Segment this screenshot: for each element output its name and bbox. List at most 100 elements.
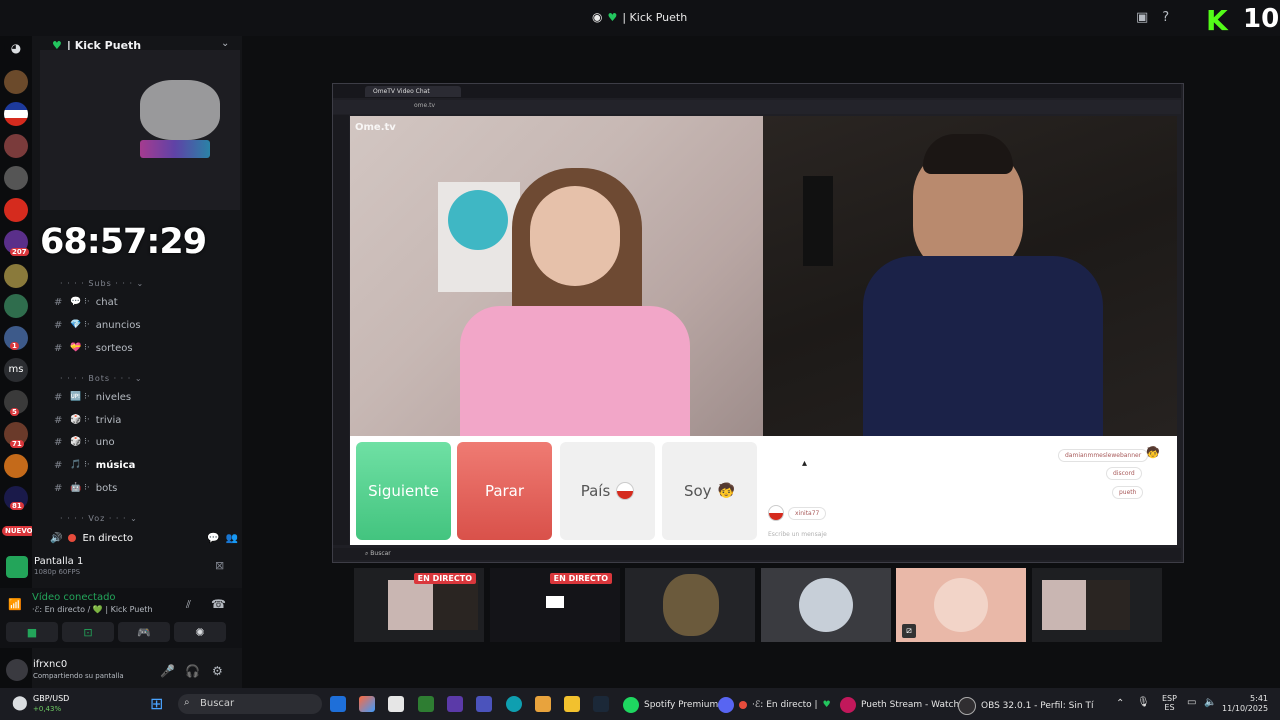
server-icon[interactable] <box>4 166 28 190</box>
microphone-icon[interactable]: 🎙 <box>1137 697 1150 708</box>
activity-button[interactable]: 🎮 <box>118 622 170 642</box>
taskbar-browser[interactable]: Pueth Stream - Watch L <box>840 697 967 713</box>
outlook-icon[interactable] <box>330 696 346 712</box>
server-icon[interactable] <box>4 70 28 94</box>
stream-thumbnail[interactable]: EN DIRECTO <box>490 568 620 642</box>
voice-channel-live[interactable]: 🔊 En directo 💬 👥 <box>50 530 238 546</box>
language-indicator[interactable]: ESP ES <box>1162 694 1177 712</box>
camera-button[interactable]: ■ <box>6 622 58 642</box>
spotify-icon <box>623 697 639 713</box>
avatar[interactable] <box>6 659 28 681</box>
taskbar-discord[interactable]: ·ℰ: En directo | ♥ <box>718 697 831 713</box>
folder-icon[interactable] <box>564 696 580 712</box>
user-thumbnail[interactable] <box>625 568 755 642</box>
face-shape <box>530 186 620 286</box>
channel-trivia[interactable]: # 🎲 ⁝· trivia <box>54 410 234 430</box>
poster-image <box>438 182 520 292</box>
taskbar-spotify[interactable]: Spotify Premium <box>623 697 718 713</box>
inbox-icon[interactable]: ▣ <box>1136 10 1148 25</box>
screen-share-quality: 1080p 60FPS <box>34 568 81 576</box>
unread-badge: 81 <box>10 502 24 510</box>
server-icon[interactable] <box>4 294 28 318</box>
hash-icon: # <box>54 414 63 426</box>
muted-mic-icon: ⧄ <box>902 624 916 638</box>
gear-icon[interactable]: ⚙ <box>212 664 223 678</box>
add-user-icon[interactable]: 👥 <box>226 533 238 544</box>
mouse-cursor-icon: ▴ <box>802 458 808 469</box>
country-button[interactable]: País <box>560 442 655 540</box>
screen-share-icon <box>6 556 28 578</box>
discord-home-icon[interactable]: ◕ <box>4 36 28 60</box>
stream-thumbnail[interactable] <box>1032 568 1162 642</box>
noise-suppression-icon[interactable]: ⫽ <box>186 598 191 612</box>
taskbar-obs[interactable]: OBS 32.0.1 - Perfil: Sin Tí <box>958 697 1093 715</box>
headphones-icon[interactable]: 🎧 <box>185 664 200 678</box>
soundboard-button[interactable]: ✺ <box>174 622 226 642</box>
server-icon[interactable] <box>4 264 28 288</box>
green-heart-icon: ♥ <box>822 700 831 710</box>
browser-tab[interactable]: OmeTV Video Chat <box>365 86 461 97</box>
windows-start-icon[interactable]: ⊞ <box>150 694 163 713</box>
volume-icon[interactable]: 🔈 <box>1204 697 1216 708</box>
help-icon[interactable]: ? <box>1162 10 1169 25</box>
channel-chat[interactable]: # 💬 ⁝· chat <box>54 292 234 312</box>
channel-sorteos[interactable]: # 💝 ⁝· sorteos <box>54 338 234 358</box>
disconnect-icon[interactable]: ☎ <box>211 597 226 611</box>
edge-icon[interactable] <box>506 696 522 712</box>
tray-chevron-icon[interactable]: ⌃ <box>1116 698 1124 709</box>
taskbar-search[interactable]: ⌕ Buscar <box>178 694 322 714</box>
teams-icon[interactable] <box>476 696 492 712</box>
screen-share-button[interactable]: ⊡ <box>62 622 114 642</box>
signal-icon[interactable]: 📶 <box>8 598 22 611</box>
chevron-down-icon[interactable]: ⌄ <box>221 38 229 49</box>
server-icon[interactable] <box>4 102 28 126</box>
user-thumbnail[interactable] <box>761 568 891 642</box>
category-subs[interactable]: · · · · Subs · · · ⌄ <box>60 279 144 288</box>
hash-icon: # <box>54 459 63 471</box>
category-voz[interactable]: · · · · Voz · · · ⌄ <box>60 514 138 523</box>
hash-icon: # <box>54 482 63 494</box>
nvidia-icon[interactable] <box>418 696 434 712</box>
network-icon[interactable]: ▭ <box>1187 697 1196 708</box>
app-icon[interactable] <box>447 696 463 712</box>
server-icon[interactable]: ms <box>4 358 28 382</box>
microphone-arm-shape <box>803 176 833 266</box>
kick-viewer-count: 10 <box>1243 4 1280 34</box>
store-icon[interactable] <box>388 696 404 712</box>
user-thumbnail[interactable]: ⧄ <box>896 568 1026 642</box>
screen-share-title: Pantalla 1 <box>34 556 84 567</box>
copilot-icon[interactable] <box>359 696 375 712</box>
stop-share-icon[interactable]: ⊠ <box>215 559 224 572</box>
chile-flag-icon <box>768 505 784 521</box>
hair-shape <box>923 134 1013 174</box>
unread-badge: 1 <box>10 342 19 350</box>
category-bots[interactable]: · · · · Bots · · · ⌄ <box>60 374 143 383</box>
weather-widget-icon[interactable]: ⬤ <box>12 695 28 711</box>
chat-icon[interactable]: 💬 <box>207 533 219 544</box>
server-icon[interactable] <box>4 454 28 478</box>
steam-icon[interactable] <box>593 696 609 712</box>
gender-button[interactable]: Soy 🧒 <box>662 442 757 540</box>
server-icon[interactable] <box>4 198 28 222</box>
url-text[interactable]: ome.tv <box>414 102 435 109</box>
nested-search: ⌕ Buscar <box>365 550 391 557</box>
hash-icon: # <box>54 391 63 403</box>
discord-icon <box>718 697 734 713</box>
gamepad-icon: 🎮 <box>137 625 151 639</box>
chat-input[interactable]: Escribe un mensaje <box>768 531 827 538</box>
forex-change: +0,43% <box>33 705 62 713</box>
stop-button[interactable]: Parar <box>457 442 552 540</box>
live-dot-icon <box>739 701 747 709</box>
stream-thumbnail[interactable]: EN DIRECTO <box>354 568 484 642</box>
channel-niveles[interactable]: # 🆙 ⁝· niveles <box>54 387 234 407</box>
clock[interactable]: 5:41 11/10/2025 <box>1222 694 1268 714</box>
channel-musica[interactable]: # 🎵 ⁝· música <box>54 455 234 475</box>
next-button[interactable]: Siguiente <box>356 442 451 540</box>
channel-anuncios[interactable]: # 💎 ⁝· anuncios <box>54 315 234 335</box>
channel-bots[interactable]: # 🤖 ⁝· bots <box>54 478 234 498</box>
app-icon[interactable] <box>535 696 551 712</box>
channel-uno[interactable]: # 🎲 ⁝· uno <box>54 432 234 452</box>
microphone-icon[interactable]: 🎤 <box>160 664 175 678</box>
server-icon[interactable] <box>4 134 28 158</box>
plush-toy-image <box>140 80 220 140</box>
